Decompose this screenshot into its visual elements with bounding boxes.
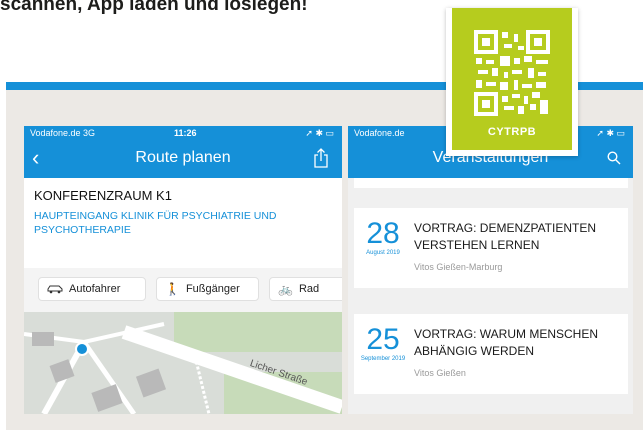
qr-code-card: CYTRPB [446,8,578,156]
qr-code-label: CYTRPB [487,126,537,138]
transport-mode-bar: Autofahrer 🚶 Fußgänger 🚲 Rad [24,268,342,312]
search-icon[interactable] [607,151,621,165]
event-month: September 2019 [360,356,406,362]
carrier-label: Vodafone.de 3G [30,128,96,138]
event-day: 28 [366,217,400,250]
event-title: VORTRAG: DEMENZPATIENTEN VERSTEHEN LERNE… [414,221,597,252]
pedestrian-mode-button[interactable]: 🚶 Fußgänger [156,277,259,301]
event-card[interactable]: 28 August 2019 VORTRAG: DEMENZPATIENTEN … [354,208,628,288]
bicycle-mode-label: Rad [298,283,320,295]
route-planner-screen: Vodafone.de 3G 11:26 ➚ ✱ ▭ ‹ Route plane… [24,126,342,414]
bicycle-mode-button[interactable]: 🚲 Rad [269,277,342,301]
event-card[interactable]: 25 September 2019 VORTRAG: WARUM MENSCHE… [354,314,628,394]
room-title: KONFERENZRAUM K1 [34,188,172,203]
event-day: 25 [366,323,400,356]
carrier-label-right: Vodafone.de [354,128,405,138]
pedestrian-mode-label: Fußgänger [185,283,240,295]
event-location: Vitos Gießen [414,368,466,378]
headline: scannen, App laden und loslegen! [0,0,308,15]
battery-icon: ➚ ✱ ▭ [305,128,334,138]
room-subtitle[interactable]: HAUPTEINGANG KLINIK FÜR PSYCHIATRIE UND … [34,209,294,237]
bicycle-icon: 🚲 [278,282,293,296]
event-location: Vitos Gießen-Marburg [414,262,503,272]
status-time: 11:26 [174,128,197,138]
battery-icon-right: ➚ ✱ ▭ [596,128,625,138]
nav-title: Route planen [135,149,231,166]
pedestrian-icon: 🚶 [165,282,180,296]
car-icon [47,285,63,294]
map-view[interactable] [24,312,342,414]
event-title: VORTRAG: WARUM MENSCHEN ABHÄNGIG WERDEN [414,327,599,358]
qr-code-panel: CYTRPB [452,8,572,150]
car-mode-button[interactable]: Autofahrer [38,277,146,301]
event-month: August 2019 [366,250,400,256]
car-mode-label: Autofahrer [69,283,121,295]
events-screen: Vodafone.de ➚ ✱ ▭ Veranstaltungen 28 Aug… [348,126,633,414]
status-bar: Vodafone.de 3G 11:26 ➚ ✱ ▭ [24,126,342,140]
nav-bar: ‹ Route planen [24,140,342,178]
event-card-partial [354,178,628,188]
qr-code[interactable] [474,30,550,116]
share-icon[interactable] [314,148,328,168]
